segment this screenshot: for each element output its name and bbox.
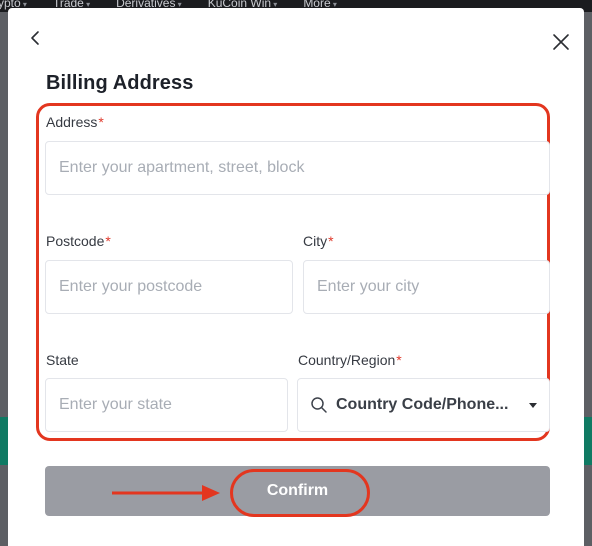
country-select-value: Country Code/Phone...: [336, 396, 509, 413]
arrow-right-icon: [112, 485, 220, 501]
postcode-label-text: Postcode: [46, 233, 105, 249]
country-label-text: Country/Region: [298, 352, 396, 368]
city-input[interactable]: Enter your city: [303, 260, 550, 314]
required-mark: *: [98, 114, 104, 130]
state-placeholder: Enter your state: [59, 396, 172, 413]
required-mark: *: [396, 352, 402, 368]
address-label: Address*: [46, 114, 104, 130]
state-label: State: [46, 352, 79, 368]
postcode-placeholder: Enter your postcode: [59, 278, 203, 295]
city-placeholder: Enter your city: [317, 278, 420, 295]
state-label-text: State: [46, 352, 79, 368]
country-label: Country/Region*: [298, 352, 402, 368]
close-icon[interactable]: [551, 32, 571, 52]
required-mark: *: [105, 233, 111, 249]
state-input[interactable]: Enter your state: [45, 378, 288, 432]
country-select[interactable]: Country Code/Phone...: [297, 378, 550, 432]
caret-down-icon: [529, 402, 537, 408]
search-icon: [311, 397, 327, 413]
address-label-text: Address: [46, 114, 98, 130]
modal-title: Billing Address: [46, 72, 194, 94]
city-label-text: City: [303, 233, 328, 249]
postcode-input[interactable]: Enter your postcode: [45, 260, 293, 314]
address-input[interactable]: Enter your apartment, street, block: [45, 141, 550, 195]
required-mark: *: [328, 233, 334, 249]
chevron-left-icon[interactable]: [28, 28, 44, 48]
background-green-strip-right: [584, 417, 592, 465]
billing-address-modal: Billing Address Address* Enter your apar…: [8, 8, 584, 546]
address-placeholder: Enter your apartment, street, block: [59, 159, 305, 176]
postcode-label: Postcode*: [46, 233, 111, 249]
confirm-button-label: Confirm: [266, 482, 329, 499]
background-green-strip-left: [0, 417, 8, 465]
city-label: City*: [303, 233, 334, 249]
